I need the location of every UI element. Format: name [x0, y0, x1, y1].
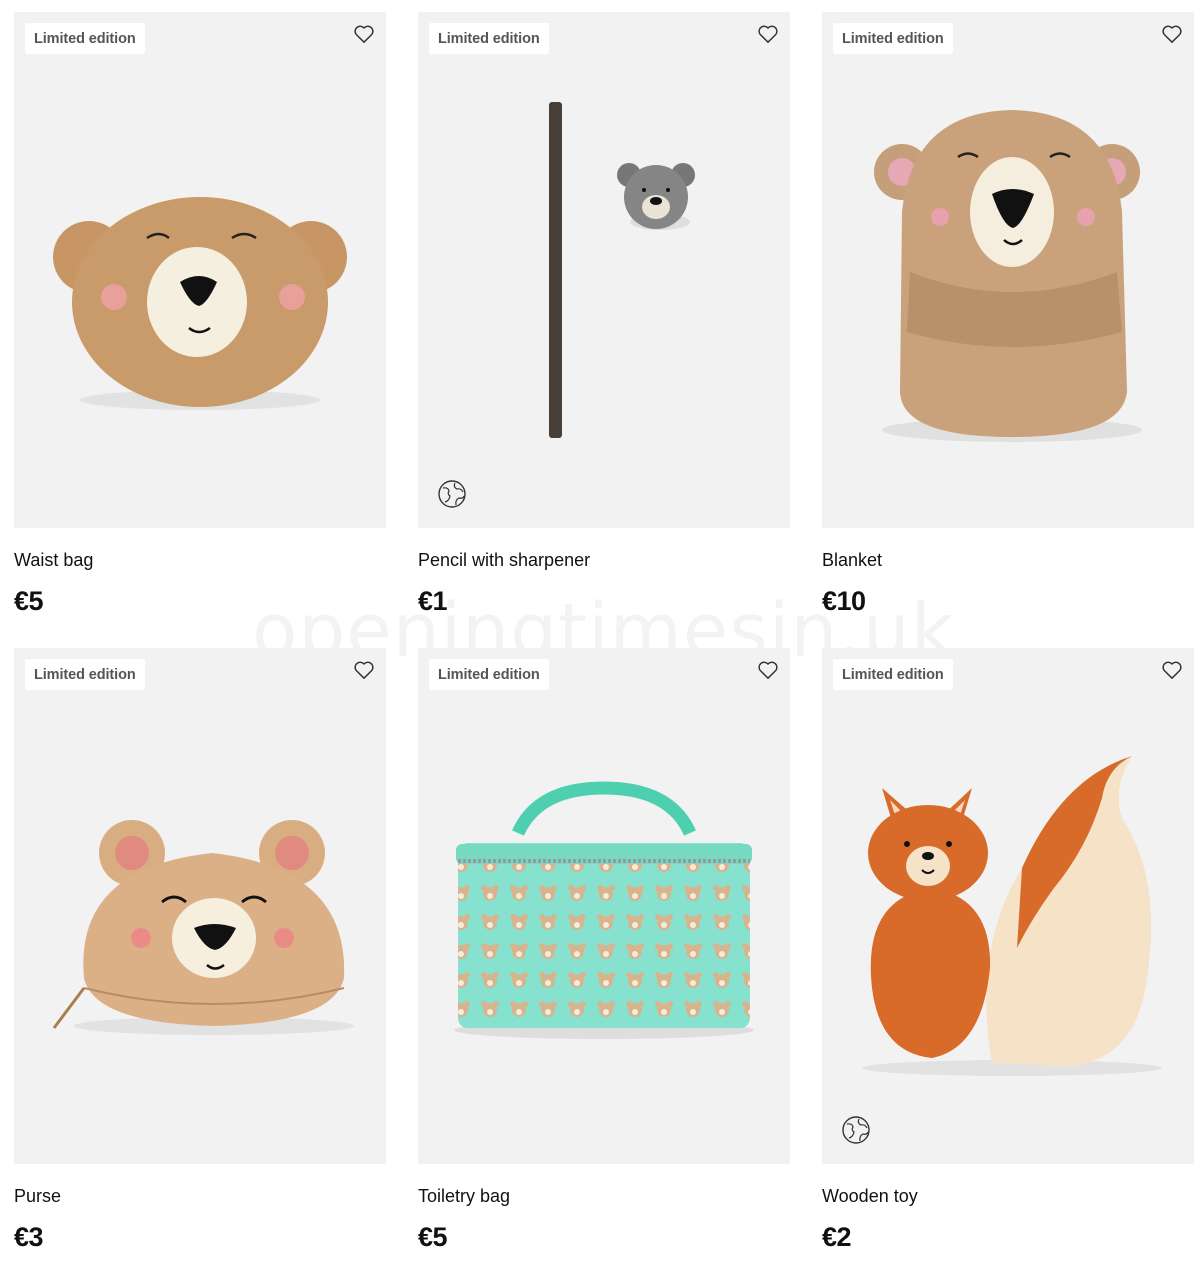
limited-edition-badge: Limited edition [833, 23, 953, 54]
product-name[interactable]: Toiletry bag [418, 1186, 510, 1207]
product-price: €5 [418, 1222, 448, 1252]
product-card-pencil-with-sharpener[interactable]: Limited edition Pencil with sharpener €1 [418, 12, 790, 616]
heart-icon[interactable] [353, 660, 375, 680]
limited-edition-badge: Limited edition [833, 659, 953, 690]
limited-edition-badge: Limited edition [25, 23, 145, 54]
limited-edition-badge: Limited edition [429, 659, 549, 690]
limited-edition-badge: Limited edition [429, 23, 549, 54]
product-name[interactable]: Pencil with sharpener [418, 550, 590, 571]
bear-hooded-blanket-image [874, 110, 1142, 442]
product-price: €2 [822, 1222, 852, 1252]
product-name[interactable]: Waist bag [14, 550, 93, 571]
product-price: €10 [822, 586, 866, 616]
product-card-waist-bag[interactable]: Limited edition Waist bag €5 [14, 12, 386, 616]
product-card-blanket[interactable]: Limited edition Blanket €10 [822, 12, 1194, 616]
limited-edition-badge: Limited edition [25, 659, 145, 690]
heart-icon[interactable] [1161, 24, 1183, 44]
product-image-box[interactable]: Limited edition [14, 12, 386, 528]
wooden-squirrel-toy-image [862, 756, 1162, 1076]
product-price: €5 [14, 586, 44, 616]
product-price: €3 [14, 1222, 44, 1252]
globe-icon [438, 480, 466, 508]
product-card-toiletry-bag[interactable]: Limited edition Toiletry bag €5 [418, 648, 790, 1252]
heart-icon[interactable] [1161, 660, 1183, 680]
heart-icon[interactable] [757, 660, 779, 680]
product-image-box[interactable]: Limited edition [822, 648, 1194, 1164]
product-image-box[interactable]: Limited edition [822, 12, 1194, 528]
heart-icon[interactable] [353, 24, 375, 44]
pencil-with-bear-sharpener-image [549, 102, 695, 438]
product-card-purse[interactable]: Limited edition Purse €3 [14, 648, 386, 1252]
product-name[interactable]: Purse [14, 1186, 61, 1207]
globe-icon [842, 1116, 870, 1144]
product-image-box[interactable]: Limited edition [418, 648, 790, 1164]
product-image-box[interactable]: Limited edition [418, 12, 790, 528]
product-price: €1 [418, 586, 448, 616]
bear-face-purse-image [52, 820, 354, 1035]
product-name[interactable]: Wooden toy [822, 1186, 918, 1207]
product-card-wooden-toy[interactable]: Limited edition Wooden toy €2 [822, 648, 1194, 1252]
product-name[interactable]: Blanket [822, 550, 882, 571]
product-image-box[interactable]: Limited edition [14, 648, 386, 1164]
teddy-bear-waist-bag-image [53, 197, 347, 410]
mint-bear-pattern-toiletry-bag-image [454, 781, 754, 1039]
heart-icon[interactable] [757, 24, 779, 44]
